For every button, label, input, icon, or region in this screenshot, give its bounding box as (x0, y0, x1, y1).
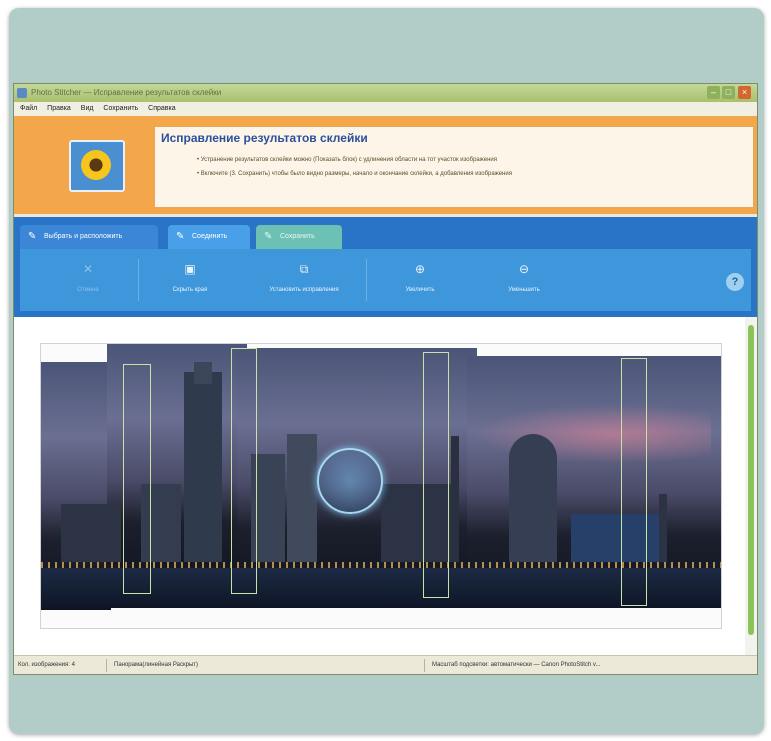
cancel-label: Отмена (77, 287, 99, 293)
toolbar-separator (138, 259, 139, 301)
minimize-button[interactable]: – (707, 86, 720, 99)
overlap-seam-2[interactable] (231, 348, 257, 594)
apply-correction-label: Установить исправления (269, 287, 339, 293)
hide-edges-label: Скрыть края (172, 287, 208, 293)
zoom-in-button[interactable]: ⊕ Увеличить (390, 249, 450, 311)
sail-building (509, 434, 557, 562)
zoom-out-label: Уменьшить (508, 287, 540, 293)
apply-icon: ⧉ (299, 262, 309, 276)
banner-title: Исправление результатов склейки (161, 131, 368, 145)
menu-file[interactable]: Файл (20, 105, 37, 112)
app-window: Photo Stitcher — Исправление результатов… (13, 83, 758, 675)
tower-top (194, 362, 212, 384)
menu-edit[interactable]: Правка (47, 105, 71, 112)
status-scale: Масштаб подсветки: автоматически — Canon… (432, 662, 601, 668)
sunflower-image (69, 140, 125, 192)
status-divider (424, 659, 425, 672)
tab-merge[interactable]: ✎ Соединить (168, 225, 250, 249)
x-icon: ✕ (82, 262, 94, 276)
toolbar-separator (366, 259, 367, 301)
overlap-seam-3[interactable] (423, 352, 449, 598)
vertical-scrollbar[interactable] (745, 317, 757, 655)
pencil-icon: ✎ (28, 231, 37, 242)
pencil-icon: ✎ (176, 231, 185, 242)
overlap-seam-4[interactable] (621, 358, 647, 606)
tab-merge-label: Соединить (192, 233, 228, 240)
instruction-line-2: • Включите (3. Сохранить) чтобы было вид… (197, 171, 512, 177)
building (451, 436, 459, 562)
sunflower-icon (81, 150, 111, 180)
instruction-panel: Исправление результатов склейки • Устран… (154, 126, 754, 208)
help-icon[interactable]: ? (726, 273, 744, 291)
tower-building (184, 372, 222, 562)
tab-arrange[interactable]: ✎ Выбрать и расположить (20, 225, 158, 249)
title-bar: Photo Stitcher — Исправление результатов… (14, 84, 757, 102)
toolbar-area: ✎ Выбрать и расположить ✎ Соединить ✎ Со… (14, 217, 757, 317)
tab-save-label: Сохранить (280, 233, 315, 240)
zoom-out-icon: ⊖ (518, 262, 530, 276)
panorama-canvas[interactable] (40, 343, 722, 629)
status-image-count: Кол. изображения: 4 (18, 662, 75, 668)
app-icon (17, 88, 27, 98)
instruction-banner: Исправление результатов склейки • Устран… (14, 116, 757, 214)
toolbar: ✕ Отмена ▣ Скрыть края ⧉ Установить испр… (20, 249, 751, 311)
edges-icon: ▣ (184, 262, 196, 276)
window-title: Photo Stitcher — Исправление результатов… (31, 88, 222, 97)
panorama-workspace (14, 317, 757, 655)
pencil-icon: ✎ (264, 231, 273, 242)
building (659, 494, 667, 562)
tab-save[interactable]: ✎ Сохранить (256, 225, 342, 249)
menu-save[interactable]: Сохранить (103, 105, 138, 112)
instruction-line-1: • Устранение результатов склейки можно (… (197, 157, 498, 163)
apply-correction-button[interactable]: ⧉ Установить исправления (248, 249, 360, 311)
menu-help[interactable]: Справка (148, 105, 175, 112)
maximize-button[interactable]: □ (722, 86, 735, 99)
overlap-seam-1[interactable] (123, 364, 151, 594)
tab-arrange-label: Выбрать и расположить (44, 233, 123, 240)
zoom-in-label: Увеличить (405, 287, 435, 293)
zoom-out-button[interactable]: ⊖ Уменьшить (494, 249, 554, 311)
close-button[interactable]: × (738, 86, 751, 99)
menu-bar: Файл Правка Вид Сохранить Справка (14, 102, 757, 116)
building (61, 504, 121, 562)
zoom-in-icon: ⊕ (414, 262, 426, 276)
status-panorama-mode: Панорама(линейная Раскрыт) (114, 662, 199, 668)
status-bar: Кол. изображения: 4 Панорама(линейная Ра… (14, 655, 757, 674)
building (287, 434, 317, 562)
building (571, 514, 661, 562)
ferris-wheel (317, 448, 383, 514)
cancel-button[interactable]: ✕ Отмена (60, 249, 116, 311)
menu-view[interactable]: Вид (81, 105, 94, 112)
hide-edges-button[interactable]: ▣ Скрыть края (160, 249, 220, 311)
status-divider (106, 659, 107, 672)
sunset-sky (471, 404, 711, 464)
scrollbar-thumb[interactable] (748, 325, 754, 635)
